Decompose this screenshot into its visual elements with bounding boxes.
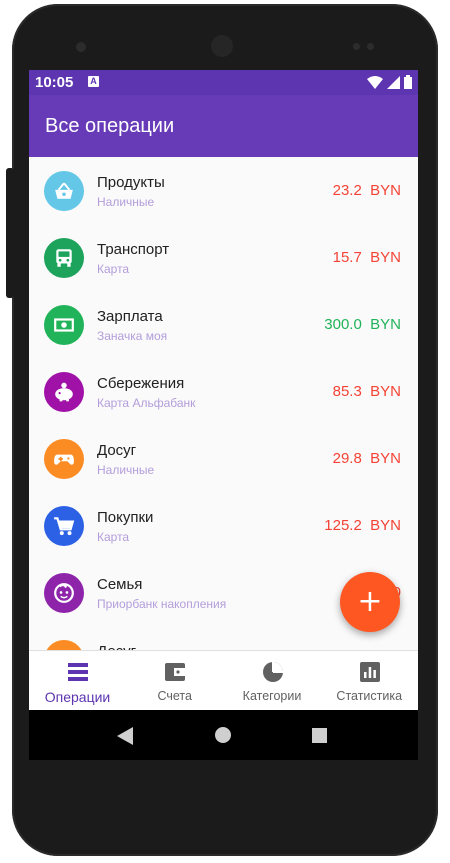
operation-category: Покупки — [97, 509, 154, 526]
child-face-icon — [54, 583, 74, 603]
tab-pie[interactable]: Категории — [224, 651, 321, 711]
status-icons — [367, 75, 412, 89]
operation-category: Продукты — [97, 174, 165, 191]
tab-label: Статистика — [336, 689, 403, 703]
operation-amount: 29.8 BYN — [332, 450, 401, 467]
pie-icon — [262, 662, 283, 682]
operation-account: Наличные — [97, 463, 155, 477]
add-operation-button[interactable]: + — [340, 572, 400, 632]
gamepad-icon — [54, 454, 74, 465]
wallet-icon — [165, 663, 186, 681]
category-avatar — [44, 573, 84, 613]
operation-account: Заначка моя — [97, 329, 168, 343]
category-avatar — [44, 439, 84, 479]
app-bar: Все операции — [29, 95, 418, 157]
front-camera — [76, 42, 86, 52]
operation-item[interactable]: Досуг Наличные 29.8 BYN — [29, 425, 418, 492]
category-avatar — [44, 238, 84, 278]
operation-account: Наличные — [97, 195, 155, 209]
bus-icon — [56, 249, 72, 267]
status-time: 10:05 — [35, 74, 74, 91]
category-avatar — [44, 171, 84, 211]
piggy-bank-icon — [55, 382, 73, 402]
page-title: Все операции — [45, 115, 175, 137]
operation-account: Карта Альфабанк — [97, 396, 196, 410]
operation-account: Приорбанк накопления — [97, 597, 227, 611]
tab-label: Операции — [44, 689, 111, 705]
operation-category: Зарплата — [97, 308, 163, 325]
category-avatar — [44, 640, 84, 650]
operation-item[interactable]: Зарплата Заначка моя 300.0 BYN — [29, 291, 418, 358]
operation-amount: 23.2 BYN — [332, 182, 401, 199]
bar-chart-icon — [359, 662, 380, 682]
tab-label: Счета — [157, 689, 192, 703]
home-icon[interactable] — [215, 727, 231, 743]
cart-icon — [54, 517, 75, 536]
operation-amount: 125.2 BYN — [324, 517, 401, 534]
tab-list[interactable]: Операции — [29, 651, 126, 711]
operation-account: Карта — [97, 262, 130, 276]
wifi-icon — [367, 75, 383, 89]
operation-category: Досуг — [97, 442, 137, 459]
operation-category: Семья — [97, 576, 143, 593]
list-icon — [68, 663, 88, 681]
operation-amount: 15.7 BYN — [332, 249, 401, 266]
signal-icon — [387, 75, 400, 89]
power-button — [6, 168, 14, 298]
tab-bar-chart[interactable]: Статистика — [321, 651, 418, 711]
operation-item[interactable]: Транспорт Карта 15.7 BYN — [29, 224, 418, 291]
bottom-navigation: Операции Счета Категории Статистика — [29, 650, 418, 711]
system-navigation-bar — [29, 710, 418, 760]
notification-icon: A — [88, 76, 99, 87]
sensor-dot — [353, 43, 360, 50]
operation-amount: 85.3 BYN — [332, 383, 401, 400]
operation-item[interactable]: Сбережения Карта Альфабанк 85.3 BYN — [29, 358, 418, 425]
operation-amount: 300.0 BYN — [324, 316, 401, 333]
screen: 10:05 A Все операции Продукты Наличные 23.… — [29, 70, 418, 760]
money-icon — [54, 318, 74, 332]
tab-wallet[interactable]: Счета — [126, 651, 223, 711]
category-avatar — [44, 506, 84, 546]
operation-item[interactable]: Продукты Наличные 23.2 BYN — [29, 157, 418, 224]
operation-category: Досуг — [97, 643, 136, 650]
operation-item[interactable]: Покупки Карта 125.2 BYN — [29, 492, 418, 559]
operation-account: Карта — [97, 530, 130, 544]
basket-icon — [55, 182, 73, 199]
tab-label: Категории — [242, 689, 302, 703]
back-icon[interactable] — [117, 727, 133, 745]
earpiece-speaker — [211, 35, 233, 57]
recents-icon[interactable] — [312, 728, 327, 743]
operation-category: Сбережения — [97, 375, 185, 392]
operation-category: Транспорт — [97, 241, 170, 258]
battery-icon — [404, 75, 412, 89]
status-bar: 10:05 A — [29, 70, 418, 95]
sensor-dot — [367, 43, 374, 50]
category-avatar — [44, 372, 84, 412]
category-avatar — [44, 305, 84, 345]
add-icon: + — [357, 584, 383, 619]
